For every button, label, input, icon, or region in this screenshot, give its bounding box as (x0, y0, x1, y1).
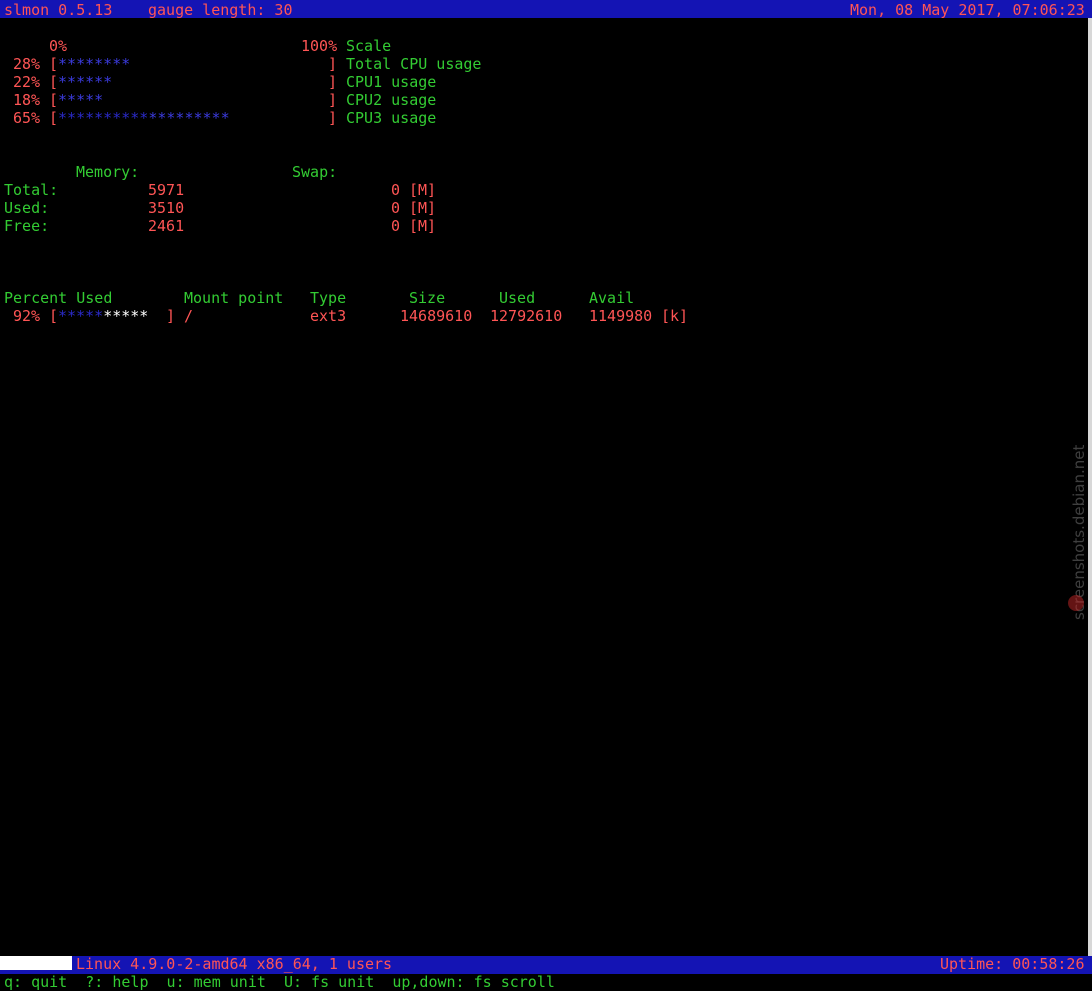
memory-unit: [M] (409, 217, 437, 235)
swap-value: 0 (391, 217, 401, 235)
cpu-gauge: [***** (49, 91, 104, 109)
cpu-label: CPU1 usage (346, 73, 437, 91)
scale-min: 0% (49, 37, 68, 55)
datetime: Mon, 08 May 2017, 07:06:23 (850, 1, 1085, 19)
cpu-gauge: [******************* (49, 109, 230, 127)
cpu-percent: 28% (13, 55, 41, 73)
fs-header-avail: Avail (589, 289, 635, 307)
cpu-gauge-close: ] (328, 91, 338, 109)
memory-value: 3510 (148, 199, 185, 217)
fs-header-used: Used (499, 289, 536, 307)
gauge-length: gauge length: 30 (148, 1, 293, 19)
memory-unit: [M] (409, 199, 437, 217)
memory-unit: [M] (409, 181, 437, 199)
watermark-text: screenshots.debian.net (1070, 444, 1088, 620)
app-version: slmon 0.5.13 (4, 1, 113, 19)
swap-value: 0 (391, 181, 401, 199)
cpu-gauge: [******** (49, 55, 131, 73)
fs-unit: [k] (661, 307, 689, 325)
swap-value: 0 (391, 199, 401, 217)
fs-gauge-close: ] (166, 307, 176, 325)
status-bar-highlight (0, 956, 72, 970)
cpu-percent: 18% (13, 91, 41, 109)
scale-max: 100% (301, 37, 338, 55)
memory-value: 2461 (148, 217, 185, 235)
memory-header: Memory: (76, 163, 140, 181)
fs-mount-point: / (184, 307, 194, 325)
cpu-label: CPU2 usage (346, 91, 437, 109)
cpu-label: CPU3 usage (346, 109, 437, 127)
memory-row-label: Total: (4, 181, 59, 199)
cpu-percent: 65% (13, 109, 41, 127)
watermark: screenshots.debian.net (1058, 380, 1092, 620)
cpu-label: Total CPU usage (346, 55, 482, 73)
fs-header-percent-used: Percent Used (4, 289, 113, 307)
fs-header-type: Type (310, 289, 347, 307)
fs-avail: 1149980 (589, 307, 653, 325)
fs-type: ext3 (310, 307, 347, 325)
fs-header-size: Size (409, 289, 446, 307)
cpu-percent: 22% (13, 73, 41, 91)
memory-value: 5971 (148, 181, 185, 199)
cpu-gauge-close: ] (328, 73, 338, 91)
scale-label: Scale (346, 37, 392, 55)
cpu-gauge-close: ] (328, 55, 338, 73)
uptime: Uptime: 00:58:26 (940, 955, 1085, 973)
memory-row-label: Used: (4, 199, 50, 217)
fs-gauge: [********** (49, 307, 149, 325)
watermark-logo-icon (1068, 595, 1084, 611)
memory-row-label: Free: (4, 217, 50, 235)
cpu-gauge: [****** (49, 73, 113, 91)
swap-header: Swap: (292, 163, 338, 181)
system-info: Linux 4.9.0-2-amd64 x86_64, 1 users (76, 955, 393, 973)
fs-used: 12792610 (490, 307, 563, 325)
help-keys: q: quit ?: help u: mem unit U: fs unit u… (4, 973, 555, 991)
cpu-gauge-close: ] (328, 109, 338, 127)
fs-header-mount: Mount point (184, 289, 284, 307)
fs-size: 14689610 (400, 307, 473, 325)
fs-percent: 92% (13, 307, 41, 325)
